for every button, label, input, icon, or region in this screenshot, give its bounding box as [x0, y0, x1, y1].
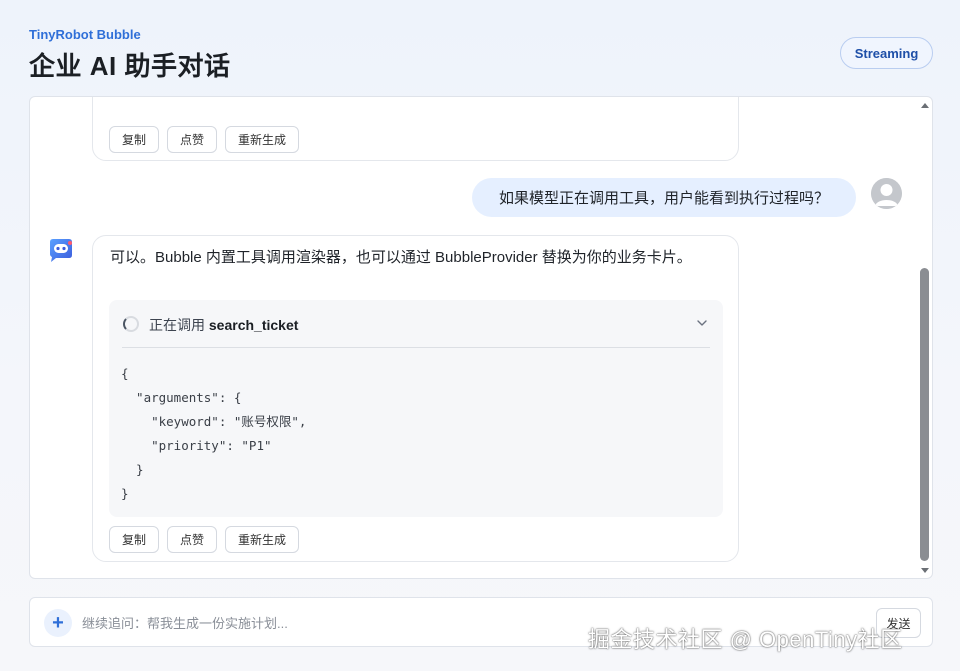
bot-message-text: 可以。Bubble 内置工具调用渲染器，也可以通过 BubbleProvider… [110, 249, 692, 266]
previous-message-actions: 复制 点赞 重新生成 [109, 126, 300, 153]
user-message-bubble: 如果模型正在调用工具，用户能看到执行过程吗？ [472, 178, 856, 217]
bot-message-card: 可以。Bubble 内置工具调用渲染器，也可以通过 BubbleProvider… [92, 235, 739, 562]
chevron-down-icon[interactable] [695, 316, 709, 330]
scroll-down-arrow-icon[interactable] [921, 568, 929, 573]
tool-arguments-code: { "arguments": { "keyword": "账号权限", "pri… [121, 366, 307, 501]
tool-name: search_ticket [208, 317, 299, 333]
user-avatar [871, 178, 902, 209]
like-button[interactable]: 点赞 [167, 526, 218, 553]
add-attachment-button[interactable]: + [44, 609, 72, 637]
app-subtitle: TinyRobot Bubble [29, 27, 141, 42]
streaming-badge[interactable]: Streaming [840, 37, 933, 69]
page-title: 企业 AI 助手对话 [29, 51, 231, 81]
user-avatar-icon [871, 178, 902, 209]
robot-icon [50, 239, 72, 262]
previous-bot-message: 复制 点赞 重新生成 [92, 97, 739, 161]
tool-call-panel: 正在调用 search_ticket { "arguments": { "key… [109, 300, 723, 517]
scroll-up-arrow-icon[interactable] [921, 103, 929, 108]
tool-call-status-prefix: 正在调用 [149, 317, 205, 333]
user-message-text: 如果模型正在调用工具，用户能看到执行过程吗？ [498, 190, 829, 207]
bot-message-actions: 复制 点赞 重新生成 [109, 526, 300, 553]
copy-button[interactable]: 复制 [109, 126, 160, 153]
watermark: 掘金技术社区 @ OpenTiny社区 [588, 627, 903, 652]
tool-call-header[interactable]: 正在调用 search_ticket [109, 300, 723, 348]
scrollbar-thumb[interactable] [920, 268, 929, 561]
like-button[interactable]: 点赞 [167, 126, 218, 153]
chat-panel: 复制 点赞 重新生成 如果模型正在调用工具，用户能看到执行过程吗？ 可以。Bub… [29, 96, 933, 579]
tool-call-divider [122, 347, 710, 348]
tool-call-status: 正在调用 search_ticket [149, 315, 298, 335]
regenerate-button[interactable]: 重新生成 [225, 526, 300, 553]
bot-avatar [47, 237, 75, 265]
copy-button[interactable]: 复制 [109, 526, 160, 553]
loading-spinner-icon [123, 316, 139, 332]
regenerate-button[interactable]: 重新生成 [225, 126, 300, 153]
message-input[interactable] [82, 610, 642, 636]
